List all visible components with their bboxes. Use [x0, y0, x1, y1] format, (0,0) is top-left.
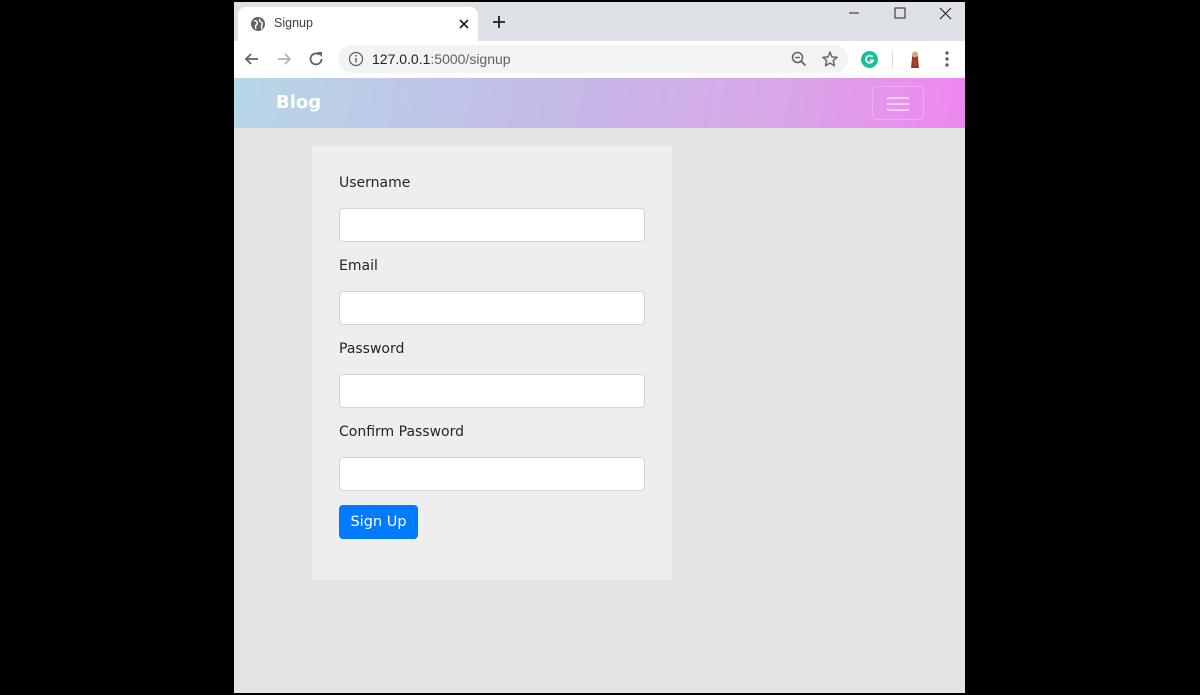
- tab-strip: Signup: [234, 2, 965, 41]
- minimize-icon[interactable]: [831, 2, 877, 30]
- browser-toolbar: 127.0.0.1:5000/signup: [234, 41, 965, 79]
- tab-signup[interactable]: Signup: [238, 7, 478, 41]
- sign-up-button[interactable]: Sign Up: [339, 505, 418, 539]
- info-icon[interactable]: [348, 51, 364, 67]
- password-field[interactable]: [339, 374, 645, 408]
- password-label: Password: [339, 341, 405, 357]
- username-label: Username: [339, 175, 411, 191]
- page-content: Blog Username Email Password Confirm Pas…: [234, 78, 965, 693]
- hamburger-bar: [887, 109, 909, 111]
- signup-form: Username Email Password Confirm Password…: [312, 146, 672, 580]
- maximize-icon[interactable]: [877, 2, 923, 30]
- zoom-out-icon[interactable]: [790, 50, 808, 68]
- reload-icon[interactable]: [306, 49, 326, 69]
- address-bar[interactable]: 127.0.0.1:5000/signup: [338, 45, 848, 73]
- email-label: Email: [339, 258, 378, 274]
- profile-avatar-icon[interactable]: [905, 49, 925, 69]
- tab-title: Signup: [274, 16, 313, 30]
- bookmark-star-icon[interactable]: [821, 50, 839, 68]
- toolbar-divider: [892, 51, 893, 68]
- browser-window: Signup 127.0.0.1:5000/signup Blog Userna…: [234, 2, 965, 693]
- url-host: 127.0.0.1: [372, 51, 431, 67]
- globe-icon: [251, 17, 265, 31]
- url-text[interactable]: 127.0.0.1:5000/signup: [372, 51, 511, 67]
- navbar-brand[interactable]: Blog: [276, 92, 321, 113]
- forward-arrow-icon[interactable]: [274, 49, 294, 69]
- navbar-toggler-button[interactable]: [872, 86, 924, 120]
- url-path: :5000/signup: [430, 51, 511, 67]
- close-icon[interactable]: [456, 16, 472, 32]
- new-tab-icon[interactable]: [490, 13, 508, 31]
- username-field[interactable]: [339, 208, 645, 242]
- email-field[interactable]: [339, 291, 645, 325]
- kebab-menu-icon[interactable]: [940, 50, 954, 68]
- confirm-password-label: Confirm Password: [339, 424, 465, 440]
- confirm-password-field[interactable]: [339, 457, 645, 491]
- hamburger-bar: [887, 103, 909, 105]
- site-navbar: Blog: [234, 78, 965, 128]
- back-arrow-icon[interactable]: [242, 49, 262, 69]
- grammarly-extension-icon[interactable]: [861, 51, 878, 68]
- hamburger-bar: [887, 97, 909, 99]
- window-close-icon[interactable]: [923, 2, 965, 30]
